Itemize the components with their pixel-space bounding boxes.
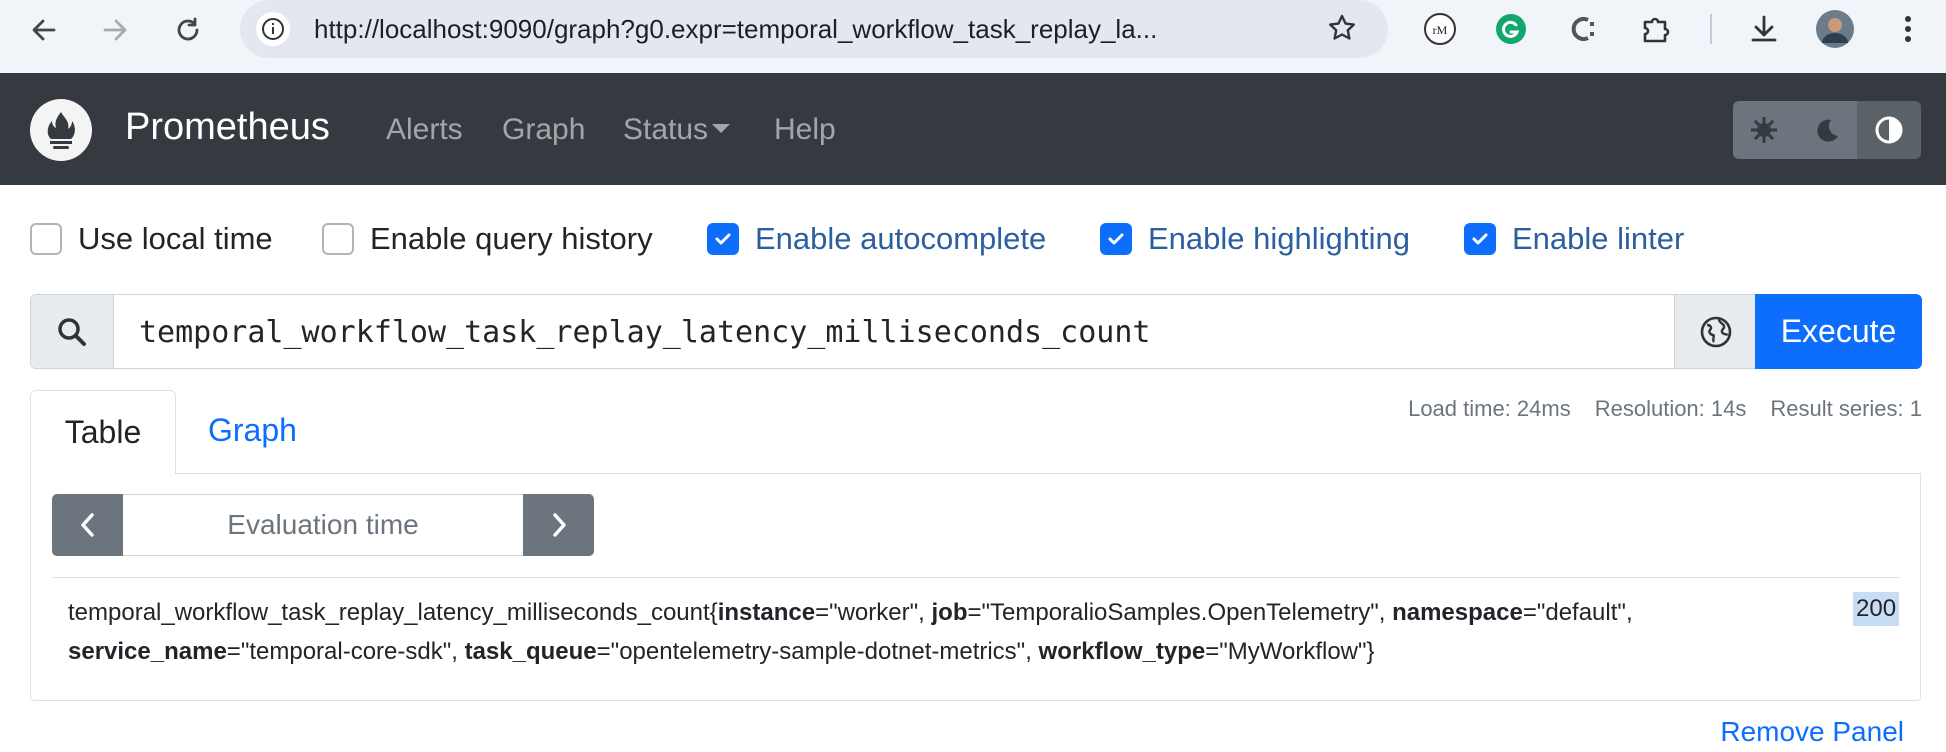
reload-icon[interactable]	[166, 8, 210, 52]
evaluation-time-input[interactable]: Evaluation time	[123, 494, 523, 556]
enable-autocomplete-option[interactable]: Enable autocomplete	[707, 221, 1046, 257]
execute-button[interactable]: Execute	[1755, 294, 1922, 369]
label-key: namespace	[1392, 599, 1523, 626]
chevron-right-icon	[552, 513, 566, 537]
series-label: temporal_workflow_task_replay_latency_mi…	[68, 599, 1633, 665]
dark-theme-button[interactable]	[1795, 101, 1857, 159]
result-series-stat: Result series: 1	[1770, 396, 1922, 421]
label-value: "temporal-core-sdk"	[240, 638, 452, 665]
enable-highlighting-option[interactable]: Enable highlighting	[1100, 221, 1410, 257]
expression-input[interactable]: temporal_workflow_task_replay_latency_mi…	[139, 315, 1150, 350]
chevron-left-icon	[80, 513, 94, 537]
label-key: job	[931, 599, 968, 626]
app-navbar: Prometheus Alerts Graph Status Help	[0, 73, 1946, 185]
nav-graph[interactable]: Graph	[502, 113, 585, 147]
back-arrow-icon[interactable]	[22, 8, 66, 52]
chevron-down-icon	[712, 123, 731, 133]
theme-switcher	[1733, 101, 1921, 159]
checkmark-icon	[715, 233, 731, 245]
auto-theme-button[interactable]	[1857, 101, 1921, 159]
nav-status-dropdown[interactable]: Status	[623, 113, 731, 147]
search-icon	[31, 295, 114, 368]
label-value: "TemporalioSamples.OpenTelemetry"	[981, 599, 1379, 626]
label-value: "opentelemetry-sample-dotnet-metrics"	[610, 638, 1026, 665]
profile-avatar-icon[interactable]	[1815, 9, 1855, 49]
extension-c-icon[interactable]	[1563, 9, 1603, 49]
browser-toolbar: http://localhost:9090/graph?g0.expr=temp…	[0, 0, 1946, 73]
toolbar-divider	[1710, 14, 1712, 44]
remove-panel-link[interactable]: Remove Panel	[1720, 716, 1904, 748]
site-info-icon[interactable]	[256, 12, 290, 46]
label-key: service_name	[68, 638, 227, 665]
nav-alerts[interactable]: Alerts	[386, 113, 463, 147]
enable-query-history-label: Enable query history	[370, 221, 653, 256]
enable-linter-checkbox[interactable]	[1464, 223, 1496, 255]
evaluation-time-control: Evaluation time	[52, 494, 594, 556]
nav-status-label: Status	[623, 113, 709, 146]
enable-autocomplete-label: Enable autocomplete	[755, 221, 1047, 256]
bookmark-star-icon[interactable]	[1326, 12, 1358, 49]
enable-highlighting-checkbox[interactable]	[1100, 223, 1132, 255]
label-key: task_queue	[464, 638, 597, 665]
label-key: instance	[717, 599, 816, 626]
enable-linter-label: Enable linter	[1512, 221, 1685, 256]
enable-linter-option[interactable]: Enable linter	[1464, 221, 1684, 257]
table-divider	[52, 577, 1900, 578]
nav-help[interactable]: Help	[774, 113, 836, 147]
checkmark-icon	[1472, 233, 1488, 245]
use-local-time-option[interactable]: Use local time	[30, 221, 273, 257]
brand-title[interactable]: Prometheus	[125, 106, 330, 149]
query-stats: Load time: 24ms Resolution: 14s Result s…	[1408, 396, 1922, 422]
label-value: "MyWorkflow"	[1219, 638, 1367, 665]
metric-name: temporal_workflow_task_replay_latency_mi…	[68, 599, 710, 626]
enable-query-history-option[interactable]: Enable query history	[322, 221, 653, 257]
light-theme-button[interactable]	[1733, 101, 1795, 159]
tab-table[interactable]: Table	[30, 390, 176, 474]
browser-menu-icon[interactable]	[1888, 9, 1928, 49]
label-key: workflow_type	[1038, 638, 1206, 665]
load-time-stat: Load time: 24ms	[1408, 396, 1571, 421]
extension-rm-icon[interactable]: rM	[1420, 9, 1460, 49]
extensions-puzzle-icon[interactable]	[1636, 9, 1676, 49]
svg-text:rM: rM	[1433, 23, 1448, 37]
download-icon[interactable]	[1744, 9, 1784, 49]
query-bar: temporal_workflow_task_replay_latency_mi…	[30, 294, 1922, 369]
use-local-time-checkbox[interactable]	[30, 223, 62, 255]
eval-next-button[interactable]	[523, 494, 594, 556]
use-local-time-label: Use local time	[78, 221, 273, 256]
url-text[interactable]: http://localhost:9090/graph?g0.expr=temp…	[314, 14, 1314, 45]
grammarly-icon[interactable]	[1491, 9, 1531, 49]
forward-arrow-icon[interactable]	[93, 8, 137, 52]
eval-prev-button[interactable]	[52, 494, 123, 556]
series-value: 200	[1853, 592, 1900, 626]
enable-autocomplete-checkbox[interactable]	[707, 223, 739, 255]
address-bar[interactable]: http://localhost:9090/graph?g0.expr=temp…	[240, 0, 1388, 58]
prometheus-logo-icon[interactable]	[30, 99, 92, 161]
metrics-explorer-globe-icon[interactable]	[1674, 295, 1756, 368]
label-value: "default"	[1536, 599, 1626, 626]
label-value: "worker"	[829, 599, 919, 626]
resolution-stat: Resolution: 14s	[1594, 396, 1747, 421]
enable-query-history-checkbox[interactable]	[322, 223, 354, 255]
enable-highlighting-label: Enable highlighting	[1148, 221, 1410, 256]
tab-graph[interactable]: Graph	[208, 412, 297, 449]
checkmark-icon	[1108, 233, 1124, 245]
